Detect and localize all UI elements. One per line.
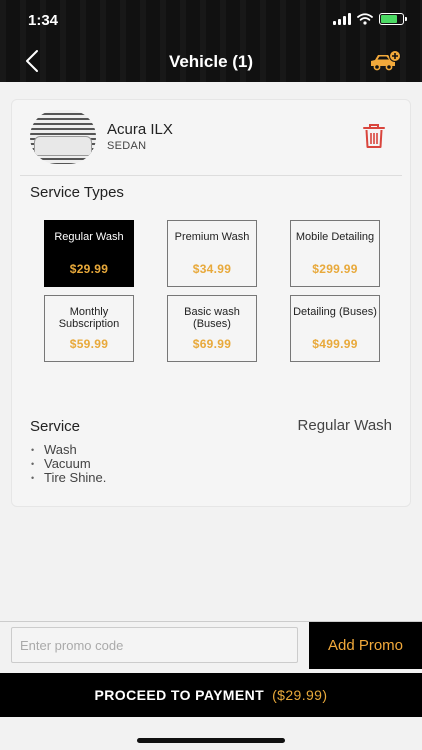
car-image xyxy=(34,136,92,156)
service-tile-price: $299.99 xyxy=(312,262,358,276)
vehicle-thumbnail xyxy=(30,110,96,164)
service-tile-detailing-buses[interactable]: Detailing (Buses) $499.99 xyxy=(290,295,380,362)
service-tile-price: $29.99 xyxy=(69,262,109,276)
add-promo-button[interactable]: Add Promo xyxy=(309,622,422,669)
trash-icon xyxy=(363,124,385,148)
service-tile-name: Regular Wash xyxy=(54,231,124,243)
service-tile-regular-wash[interactable]: Regular Wash $29.99 xyxy=(44,220,134,287)
service-feature-item: Vacuum xyxy=(30,457,106,472)
promo-bar: Add Promo xyxy=(0,621,422,669)
service-types-title: Service Types xyxy=(30,184,124,201)
service-tile-price: $59.99 xyxy=(69,337,109,351)
selected-service-value: Regular Wash xyxy=(297,417,392,434)
signal-icon xyxy=(333,13,351,25)
service-tile-name: Detailing (Buses) xyxy=(293,306,377,318)
service-tile-monthly-subscription[interactable]: Monthly Subscription $59.99 xyxy=(44,295,134,362)
service-feature-item: Wash xyxy=(30,443,106,458)
divider xyxy=(20,175,402,176)
battery-fill xyxy=(381,15,397,23)
proceed-price: ($29.99) xyxy=(272,687,328,703)
battery-icon xyxy=(379,13,407,25)
app-header: 1:34 Vehicle (1) xyxy=(0,0,422,82)
vehicle-name: Acura ILX xyxy=(107,121,173,138)
add-vehicle-button[interactable] xyxy=(368,48,402,74)
service-tile-name: Basic wash (Buses) xyxy=(184,306,240,330)
vehicle-type: SEDAN xyxy=(107,140,147,152)
service-tile-name: Monthly Subscription xyxy=(58,306,120,330)
proceed-label: PROCEED TO PAYMENT xyxy=(94,687,265,703)
status-bar: 1:34 xyxy=(0,0,422,40)
vehicle-card: Acura ILX SEDAN Service Types Regular Wa… xyxy=(11,99,411,507)
service-tile-mobile-detailing[interactable]: Mobile Detailing $299.99 xyxy=(290,220,380,287)
service-label: Service xyxy=(30,418,81,435)
status-time: 1:34 xyxy=(28,12,59,29)
service-tile-name: Mobile Detailing xyxy=(295,231,375,243)
service-tile-basic-wash-buses[interactable]: Basic wash (Buses) $69.99 xyxy=(167,295,257,362)
service-tile-price: $34.99 xyxy=(192,262,232,276)
service-tile-price: $499.99 xyxy=(312,337,358,351)
service-feature-list: Wash Vacuum Tire Shine. xyxy=(30,443,106,486)
delete-vehicle-button[interactable] xyxy=(362,122,386,150)
service-tile-price: $69.99 xyxy=(192,337,232,351)
promo-code-input[interactable] xyxy=(11,627,298,663)
status-icons xyxy=(333,13,407,25)
car-add-icon xyxy=(371,50,401,71)
proceed-to-payment-button[interactable]: PROCEED TO PAYMENT ($29.99) xyxy=(0,673,422,717)
service-tile-name: Premium Wash xyxy=(174,231,250,243)
home-indicator xyxy=(137,738,285,743)
page-title: Vehicle (1) xyxy=(168,52,254,71)
service-feature-item: Tire Shine. xyxy=(30,471,106,486)
service-tile-premium-wash[interactable]: Premium Wash $34.99 xyxy=(167,220,257,287)
wifi-icon xyxy=(357,13,373,25)
